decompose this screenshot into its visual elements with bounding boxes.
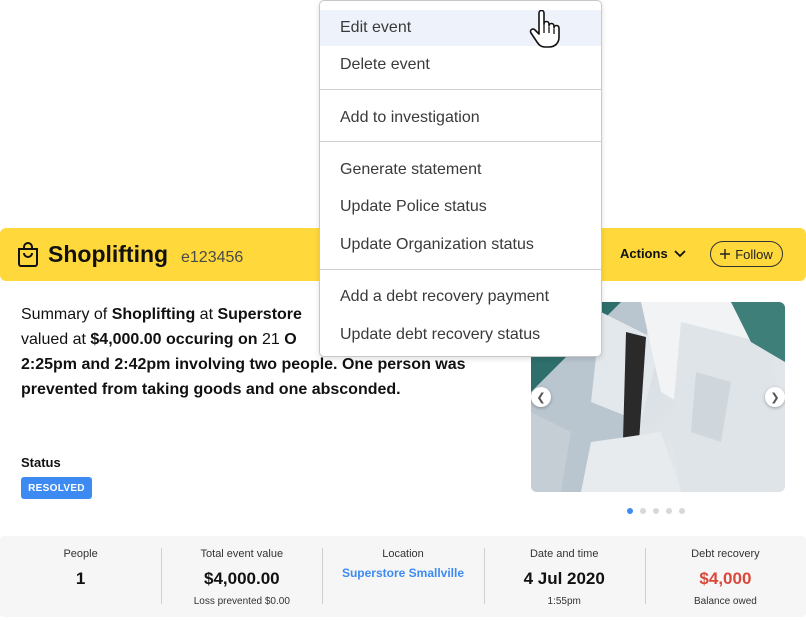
event-title: Shoplifting <box>48 241 169 267</box>
carousel-dot[interactable] <box>666 508 672 514</box>
menu-item-update-police-status[interactable]: Update Police status <box>320 189 601 225</box>
actions-dropdown-menu: Edit event Delete event Add to investiga… <box>319 0 602 357</box>
stat-debt-recovery: Debt recovery $4,000 Balance owed <box>644 536 806 617</box>
stat-label: Location <box>382 548 424 560</box>
stat-value: $4,000 <box>699 569 752 588</box>
shopping-bag-icon <box>18 242 38 267</box>
stat-label: Debt recovery <box>691 548 760 560</box>
stat-label: People <box>63 548 98 560</box>
stat-value: $4,000.00 <box>203 569 280 588</box>
menu-item-add-to-investigation[interactable]: Add to investigation <box>320 100 601 136</box>
carousel-prev-button[interactable]: ❮ <box>531 387 551 407</box>
stat-subtext: Balance owed <box>694 596 757 607</box>
menu-item-add-debt-recovery-payment[interactable]: Add a debt recovery payment <box>320 279 601 315</box>
stat-value: 1 <box>75 569 86 588</box>
carousel-dot[interactable] <box>627 508 633 514</box>
menu-item-update-debt-recovery-status[interactable]: Update debt recovery status <box>320 317 601 353</box>
menu-divider <box>320 141 601 142</box>
actions-button[interactable]: Actions <box>620 246 686 261</box>
follow-button[interactable]: Follow <box>710 241 783 267</box>
menu-divider <box>320 269 601 270</box>
carousel-dot[interactable] <box>640 508 646 514</box>
event-id: e123456 <box>181 249 244 266</box>
stat-label: Date and time <box>529 548 599 560</box>
follow-label: Follow <box>735 246 773 262</box>
carousel-dot[interactable] <box>653 508 659 514</box>
stat-date-time: Date and time 4 Jul 2020 1:55pm <box>483 536 645 617</box>
menu-item-update-organization-status[interactable]: Update Organization status <box>320 227 601 263</box>
hand-pointer-cursor-icon <box>529 10 560 48</box>
carousel-dots <box>627 508 685 514</box>
chevron-down-icon <box>674 249 686 257</box>
stat-total-value: Total event value $4,000.00 Loss prevent… <box>161 536 322 617</box>
status-badge: RESOLVED <box>21 477 92 499</box>
chevron-left-icon: ❮ <box>536 391 546 404</box>
stat-label: Total event value <box>200 548 284 560</box>
stat-location: Location Superstore Smallville <box>322 536 483 617</box>
status-label: Status <box>21 455 61 470</box>
actions-label: Actions <box>620 246 668 261</box>
menu-item-generate-statement[interactable]: Generate statement <box>320 152 601 188</box>
menu-divider <box>320 89 601 90</box>
stat-subtext: Loss prevented $0.00 <box>193 596 290 607</box>
plus-icon <box>720 249 731 259</box>
stat-people: People 1 <box>0 536 161 617</box>
stat-subtext: 1:55pm <box>547 596 581 607</box>
event-stats-bar: People 1 Total event value $4,000.00 Los… <box>0 536 806 617</box>
chevron-right-icon: ❯ <box>770 391 780 404</box>
menu-item-delete-event[interactable]: Delete event <box>320 47 601 83</box>
stat-value: 4 Jul 2020 <box>523 569 605 588</box>
location-link[interactable]: Superstore Smallville <box>322 566 483 588</box>
carousel-next-button[interactable]: ❯ <box>765 387 785 407</box>
carousel-dot[interactable] <box>679 508 685 514</box>
